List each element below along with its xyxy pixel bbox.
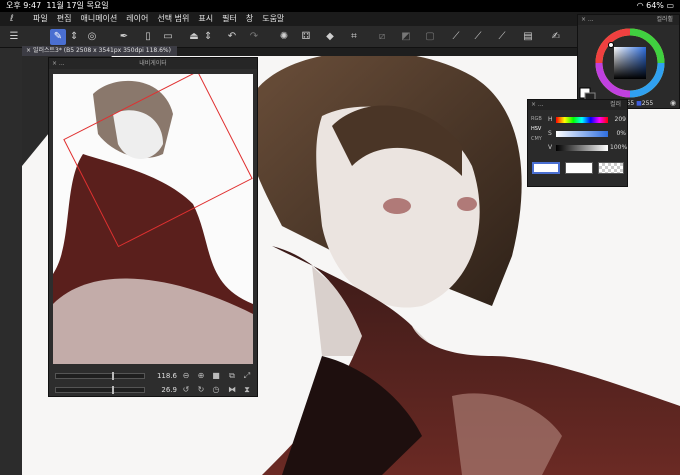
- document-tab[interactable]: × 일러스트3* (B5 2508 x 3541px 350dpi 118.6%…: [22, 46, 177, 56]
- hue-label: H: [548, 116, 553, 123]
- rotate-slider[interactable]: [55, 386, 145, 394]
- stepper-icon-2[interactable]: ⇕: [204, 29, 212, 45]
- value-label: V: [548, 144, 553, 151]
- rotate-row: 26.9 ↺ ↻ ◷ ⧓ ⧗: [53, 384, 253, 396]
- value-value: 100%: [610, 144, 628, 151]
- panel-close-icon[interactable]: × ...: [531, 100, 544, 110]
- record-icon[interactable]: ◎: [84, 29, 100, 45]
- color-mode-tabs: RGB HSV CMY: [531, 114, 543, 144]
- brush-icon[interactable]: ⟋: [470, 29, 486, 45]
- menu-view[interactable]: 표시: [198, 12, 213, 26]
- hue-value: 209: [614, 116, 626, 123]
- saturation-value: 0%: [616, 130, 626, 137]
- menu-animation[interactable]: 애니메이션: [80, 12, 117, 26]
- value-row: V 100%: [548, 143, 628, 153]
- hue-row: H 209: [548, 115, 628, 125]
- battery-percent: 64%: [646, 1, 664, 10]
- date: 11월 17일 목요일: [46, 1, 109, 10]
- transform-icon[interactable]: ⚃: [298, 29, 314, 45]
- menu-edit[interactable]: 편집: [57, 12, 72, 26]
- document-tab-title: 일러스트3* (B5 2508 x 3541px 350dpi 118.6%): [32, 47, 171, 54]
- app-logo-icon[interactable]: ℓ: [10, 14, 20, 24]
- brush-down-icon[interactable]: ⟋: [448, 29, 464, 45]
- brush-up-icon[interactable]: ⟋: [494, 29, 510, 45]
- rotate-value: 26.9: [161, 386, 177, 394]
- redo-icon[interactable]: ↷: [246, 29, 262, 45]
- menu-window[interactable]: 창: [246, 12, 253, 26]
- panel-close-icon[interactable]: × ...: [581, 15, 594, 25]
- eyedropper-icon[interactable]: ◉: [670, 99, 676, 107]
- fit-icon[interactable]: ■: [211, 371, 221, 381]
- zoom-row: 118.6 ⊖ ⊕ ■ ⧉ ⤢: [53, 370, 253, 382]
- crop-icon[interactable]: ⌗: [346, 29, 362, 45]
- main-color-chip[interactable]: [532, 162, 560, 174]
- zoom-value: 118.6: [156, 372, 177, 380]
- undo-icon[interactable]: ↶: [224, 29, 240, 45]
- color-slider-header: × ... 컬러: [528, 100, 627, 110]
- mode-cmy-tab[interactable]: CMY: [531, 134, 543, 144]
- menu-list: 파일 편집 애니메이션 레이어 선택 범위 표시 필터 창 도움말: [33, 12, 284, 26]
- deselect-icon[interactable]: ⧄: [374, 29, 390, 45]
- sub-color-chip[interactable]: [565, 162, 593, 174]
- value-slider[interactable]: [556, 145, 608, 151]
- wifi-icon: ◠: [636, 1, 644, 10]
- thumbnail-art: [53, 74, 253, 364]
- menu-layer[interactable]: 레이어: [126, 12, 148, 26]
- navigator-panel: × ... 내비게이터 118.6 ⊖ ⊕ ■ ⧉ ⤢ 26.9 ↺ ↻ ◷ ⧓…: [48, 57, 258, 397]
- color-wheel-title: 컬러휠: [656, 16, 673, 23]
- mode-rgb-tab[interactable]: RGB: [531, 114, 543, 124]
- color-wheel[interactable]: ◉: [578, 25, 680, 109]
- zoom-slider[interactable]: [55, 372, 145, 380]
- new-file-icon[interactable]: ▯: [140, 29, 156, 45]
- flip-vertical-icon[interactable]: ⧗: [242, 385, 252, 395]
- status-time-date: 오후 9:47 11월 17일 목요일: [6, 0, 109, 12]
- settings-icon[interactable]: ✍: [548, 29, 564, 45]
- navigator-thumbnail[interactable]: [53, 74, 253, 364]
- tablet-icon[interactable]: ▤: [520, 29, 536, 45]
- zoom-out-icon[interactable]: ⊖: [181, 371, 191, 381]
- color-wheel-header: × ... 컬러휠: [578, 15, 679, 25]
- menu-help[interactable]: 도움말: [262, 12, 284, 26]
- stepper-icon[interactable]: ⇕: [70, 29, 78, 45]
- reset-rotate-icon[interactable]: ◷: [211, 385, 221, 395]
- edit-mode-icon[interactable]: ✎: [50, 29, 66, 45]
- menu-file[interactable]: 파일: [33, 12, 48, 26]
- invert-selection-icon[interactable]: ◩: [398, 29, 414, 45]
- rotate-slider-handle[interactable]: [112, 386, 114, 394]
- hamburger-menu-icon[interactable]: ☰: [6, 29, 22, 45]
- status-bar: 오후 9:47 11월 17일 목요일 ◠ 64% ▭: [0, 0, 680, 12]
- color-wheel-panel: × ... 컬러휠 ◉ ■255 ■255 ■255: [577, 14, 680, 109]
- save-icon[interactable]: ⏏: [186, 29, 202, 45]
- saturation-slider[interactable]: [556, 131, 608, 137]
- color-slider-title: 컬러: [609, 101, 621, 108]
- zoom-slider-handle[interactable]: [112, 372, 114, 380]
- flip-horizontal-icon[interactable]: ⧓: [227, 385, 237, 395]
- rotate-right-icon[interactable]: ↻: [196, 385, 206, 395]
- battery-icon: ▭: [666, 1, 674, 10]
- menu-filter[interactable]: 필터: [222, 12, 237, 26]
- loading-icon[interactable]: ✺: [276, 29, 292, 45]
- transparent-color-chip[interactable]: [598, 162, 624, 174]
- color-slider-panel: × ... 컬러 RGB HSV CMY H 209 S 0% V 100%: [527, 99, 628, 187]
- mode-hsv-tab[interactable]: HSV: [531, 124, 543, 134]
- zoom-in-icon[interactable]: ⊕: [196, 371, 206, 381]
- time: 오후 9:47: [6, 1, 42, 10]
- navigator-header: × ... 내비게이터: [49, 58, 257, 69]
- open-folder-icon[interactable]: ▭: [160, 29, 176, 45]
- blue-value: 255: [641, 100, 654, 107]
- hue-slider[interactable]: [556, 117, 608, 123]
- navigator-title: 내비게이터: [139, 60, 167, 67]
- saturation-label: S: [548, 130, 552, 137]
- fullscreen-icon[interactable]: ⤢: [242, 371, 252, 381]
- tab-close-icon[interactable]: ×: [26, 47, 31, 54]
- left-tool-strip: [0, 48, 22, 475]
- pen-icon[interactable]: ✒: [116, 29, 132, 45]
- menu-selection[interactable]: 선택 범위: [157, 12, 189, 26]
- actual-size-icon[interactable]: ⧉: [227, 371, 237, 381]
- fill-bucket-icon[interactable]: ◆: [322, 29, 338, 45]
- selection-layer-icon[interactable]: ▢: [422, 29, 438, 45]
- status-right: ◠ 64% ▭: [637, 0, 674, 12]
- rotate-left-icon[interactable]: ↺: [181, 385, 191, 395]
- saturation-row: S 0%: [548, 129, 628, 139]
